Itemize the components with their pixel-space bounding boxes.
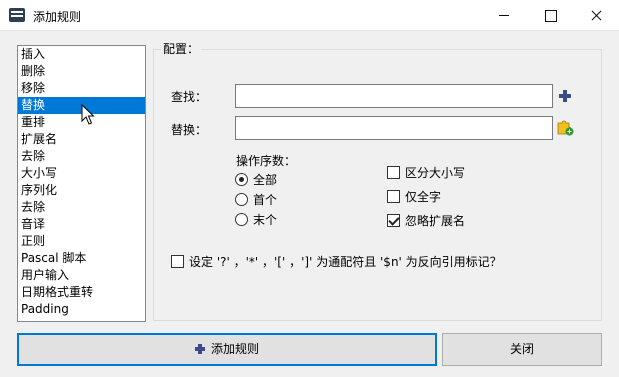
rule-item[interactable]: 音译 — [18, 216, 145, 233]
title-bar: 添加规则 — [0, 0, 619, 31]
rule-item[interactable]: Padding — [18, 301, 145, 318]
wildcards-checkbox[interactable]: 设定 '?' ，'*' ，'[' ，']' 为通配符且 '$n' 为反向引用标记… — [171, 254, 591, 270]
radio-occurrence-all[interactable]: 全部 — [235, 172, 315, 188]
minimize-button[interactable] — [481, 0, 527, 31]
occurrence-label: 操作序数： — [236, 154, 297, 168]
rule-item[interactable]: 去除 — [18, 148, 145, 165]
radio-button[interactable] — [235, 193, 248, 206]
rule-item[interactable]: 扩展名 — [18, 131, 145, 148]
mouse-cursor-icon — [81, 104, 95, 125]
insert-meta-tag-icon[interactable] — [559, 90, 571, 102]
checkbox-checked[interactable] — [387, 214, 400, 227]
rule-item[interactable]: 去除 — [18, 199, 145, 216]
checkbox[interactable] — [387, 190, 400, 203]
maximize-button[interactable] — [527, 0, 573, 31]
replace-input[interactable] — [235, 116, 553, 140]
rule-item[interactable]: 删除 — [18, 63, 145, 80]
rule-item[interactable]: 大小写 — [18, 165, 145, 182]
meta-tag-puzzle-icon[interactable] — [557, 120, 574, 136]
case-sensitive-checkbox[interactable]: 区分大小写 — [387, 165, 497, 181]
plus-icon — [194, 344, 205, 354]
radio-occurrence-first[interactable]: 首个 — [235, 192, 315, 208]
rule-item[interactable]: 日期格式重转 — [18, 284, 145, 301]
rule-item[interactable]: 序列化 — [18, 182, 145, 199]
replace-label: 替换： — [171, 123, 208, 137]
radio-button-checked[interactable] — [235, 173, 248, 186]
checkbox[interactable] — [387, 166, 400, 179]
whole-words-checkbox[interactable]: 仅全字 — [387, 189, 497, 205]
close-button[interactable]: 关闭 — [442, 333, 602, 366]
find-input[interactable] — [235, 84, 553, 108]
rule-item[interactable]: 正则 — [18, 233, 145, 250]
config-title: 配置： — [161, 40, 202, 57]
skip-extension-checkbox[interactable]: 忽略扩展名 — [387, 213, 497, 229]
add-rule-button[interactable]: 添加规则 — [17, 333, 437, 366]
rule-item[interactable]: 用户输入 — [18, 267, 145, 284]
find-label: 查找： — [171, 90, 208, 104]
radio-button[interactable] — [235, 213, 248, 226]
rule-item[interactable]: 移除 — [18, 80, 145, 97]
app-icon — [9, 8, 25, 22]
rule-type-list[interactable]: 插入 删除 移除 替换 重排 扩展名 去除 大小写 序列化 去除 音译 正则 P… — [17, 45, 146, 322]
radio-occurrence-last[interactable]: 末个 — [235, 212, 315, 228]
rule-item[interactable]: 插入 — [18, 46, 145, 63]
window-title: 添加规则 — [33, 10, 82, 24]
close-window-button[interactable] — [573, 0, 619, 31]
checkbox[interactable] — [171, 255, 184, 268]
rule-item[interactable]: Pascal 脚本 — [18, 250, 145, 267]
